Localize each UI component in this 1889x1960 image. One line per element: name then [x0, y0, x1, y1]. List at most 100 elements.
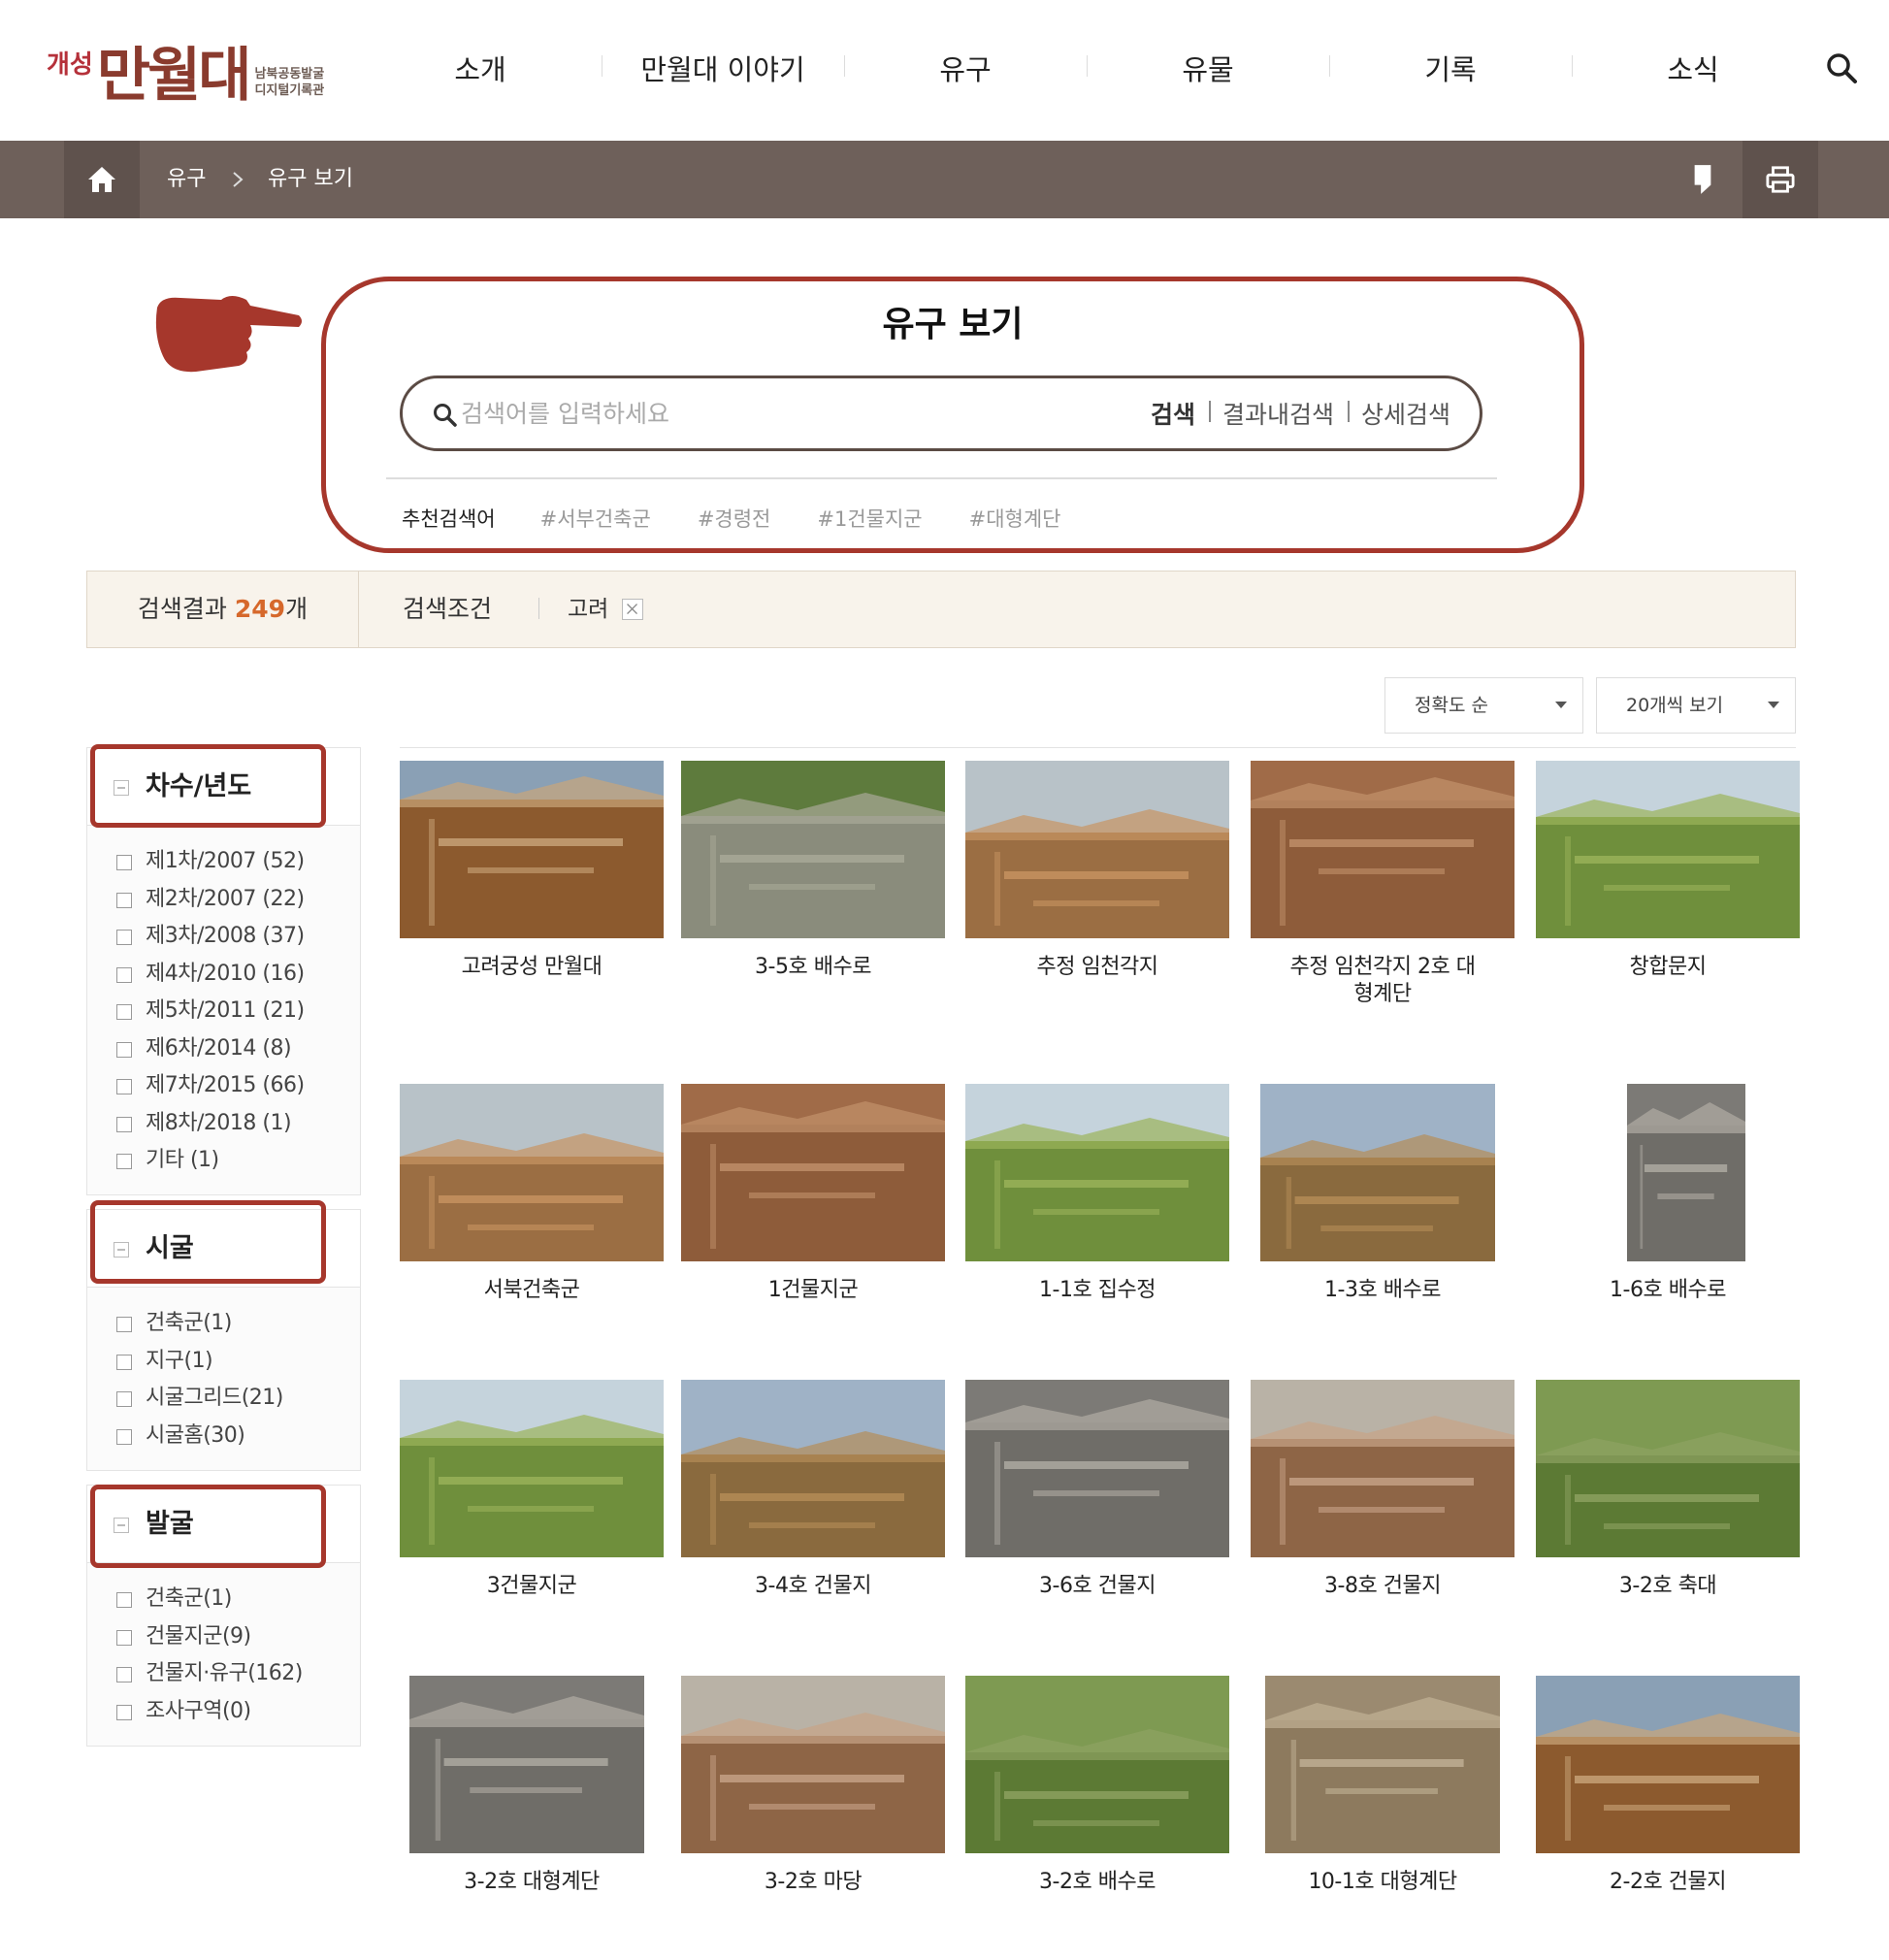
checkbox[interactable] — [116, 966, 132, 983]
checkbox[interactable] — [116, 855, 132, 870]
result-thumbnail[interactable] — [681, 1084, 945, 1261]
result-thumbnail[interactable] — [681, 761, 945, 938]
result-thumbnail[interactable] — [409, 1676, 644, 1853]
facet-option[interactable]: 기타 (1) — [116, 1146, 360, 1184]
result-thumbnail[interactable] — [681, 1676, 945, 1853]
nav-item-story[interactable]: 만월대 이야기 — [602, 48, 844, 88]
result-caption[interactable]: 10-1호 대형계단 — [1251, 1869, 1514, 1896]
result-caption[interactable]: 3-6호 건물지 — [965, 1573, 1229, 1600]
facet-option[interactable]: 건축군(1) — [116, 1584, 360, 1622]
checkbox[interactable] — [116, 1592, 132, 1608]
result-caption[interactable]: 3-8호 건물지 — [1251, 1573, 1514, 1600]
result-caption[interactable]: 1건물지군 — [681, 1277, 945, 1304]
result-caption[interactable]: 3-4호 건물지 — [681, 1573, 945, 1600]
result-caption[interactable]: 3-2호 축대 — [1536, 1573, 1800, 1600]
result-caption[interactable]: 3-2호 마당 — [681, 1869, 945, 1896]
facet-option[interactable]: 제6차/2014 (8) — [116, 1034, 360, 1072]
result-caption[interactable]: 고려궁성 만월대 — [400, 954, 664, 981]
result-thumbnail[interactable] — [400, 761, 664, 938]
page-size-select[interactable]: 20개씩 보기 — [1596, 677, 1796, 734]
search-button[interactable]: 검색 — [1137, 396, 1209, 431]
nav-item-artifacts[interactable]: 유물 — [1087, 48, 1329, 88]
facet-option[interactable]: 시굴홈(30) — [116, 1421, 360, 1459]
result-thumbnail[interactable] — [400, 1380, 664, 1557]
result-thumbnail[interactable] — [965, 1084, 1229, 1261]
checkbox[interactable] — [116, 1391, 132, 1407]
search-icon[interactable] — [1824, 50, 1859, 85]
breadcrumb-level2[interactable]: 유구 보기 — [268, 141, 353, 218]
result-caption[interactable]: 추정 임천각지 — [965, 954, 1229, 981]
advanced-search-button[interactable]: 상세검색 — [1347, 396, 1464, 431]
result-thumbnail[interactable] — [1536, 761, 1800, 938]
sort-order-value: 정확도 순 — [1415, 695, 1488, 716]
facet-option[interactable]: 지구(1) — [116, 1347, 360, 1385]
bookmark-icon[interactable] — [1665, 141, 1741, 218]
remove-condition-icon[interactable] — [622, 599, 643, 620]
search-condition-tag: 고려 — [568, 597, 609, 622]
facet-option[interactable]: 제7차/2015 (66) — [116, 1071, 360, 1109]
checkbox[interactable] — [116, 1154, 132, 1169]
facet-option[interactable]: 제1차/2007 (52) — [116, 847, 360, 885]
facet-option[interactable]: 제2차/2007 (22) — [116, 885, 360, 923]
result-caption[interactable]: 창합문지 — [1536, 954, 1800, 981]
result-caption[interactable]: 1-6호 배수로 — [1536, 1277, 1800, 1304]
recommended-tag[interactable]: #경령전 — [698, 504, 771, 533]
checkbox[interactable] — [116, 930, 132, 945]
printer-icon[interactable] — [1742, 141, 1818, 218]
site-logo[interactable]: 개성 만월대 남북공동발굴 디지털기록관 — [47, 37, 324, 105]
recommended-tag[interactable]: #대형계단 — [969, 504, 1061, 533]
result-caption[interactable]: 3건물지군 — [400, 1573, 664, 1600]
result-thumbnail[interactable] — [1536, 1380, 1800, 1557]
result-thumbnail[interactable] — [1251, 1380, 1514, 1557]
checkbox[interactable] — [116, 1079, 132, 1094]
recommended-tag[interactable]: #1건물지군 — [817, 504, 922, 533]
facet-option[interactable]: 제8차/2018 (1) — [116, 1109, 360, 1147]
result-caption[interactable]: 2-2호 건물지 — [1536, 1869, 1800, 1896]
result-thumbnail[interactable] — [681, 1380, 945, 1557]
sort-order-select[interactable]: 정확도 순 — [1384, 677, 1583, 734]
home-icon[interactable] — [64, 141, 140, 218]
facet-option[interactable]: 조사구역(0) — [116, 1697, 360, 1735]
checkbox[interactable] — [116, 1041, 132, 1058]
facet-option[interactable]: 제4차/2010 (16) — [116, 960, 360, 997]
checkbox[interactable] — [116, 1116, 132, 1132]
result-caption[interactable]: 1-1호 집수정 — [965, 1277, 1229, 1304]
checkbox[interactable] — [116, 1704, 132, 1720]
result-thumbnail[interactable] — [965, 1676, 1229, 1853]
checkbox[interactable] — [116, 1004, 132, 1020]
checkbox[interactable] — [116, 1629, 132, 1646]
result-thumbnail[interactable] — [1260, 1084, 1495, 1261]
facet-option[interactable]: 건축군(1) — [116, 1309, 360, 1347]
result-caption[interactable]: 3-2호 배수로 — [965, 1869, 1229, 1896]
facet-option[interactable]: 제3차/2008 (37) — [116, 922, 360, 960]
search-within-results-button[interactable]: 결과내검색 — [1208, 396, 1348, 431]
result-thumbnail[interactable] — [965, 761, 1229, 938]
result-caption[interactable]: 3-5호 배수로 — [681, 954, 945, 981]
result-caption[interactable]: 1-3호 배수로 — [1251, 1277, 1514, 1304]
facet-option[interactable]: 건물지·유구(162) — [116, 1659, 360, 1697]
result-thumbnail[interactable] — [965, 1380, 1229, 1557]
nav-item-intro[interactable]: 소개 — [359, 48, 602, 88]
result-thumbnail[interactable] — [1265, 1676, 1500, 1853]
facet-option[interactable]: 시굴그리드(21) — [116, 1384, 360, 1421]
search-input[interactable] — [461, 392, 1101, 435]
breadcrumb-level1[interactable]: 유구 — [167, 141, 206, 218]
facet-option[interactable]: 건물지군(9) — [116, 1622, 360, 1660]
result-caption[interactable]: 서북건축군 — [400, 1277, 664, 1304]
recommended-tag[interactable]: #서부건축군 — [540, 504, 651, 533]
checkbox[interactable] — [116, 1428, 132, 1445]
result-caption[interactable]: 추정 임천각지 2호 대형계단 — [1251, 954, 1514, 1008]
result-thumbnail[interactable] — [400, 1084, 664, 1261]
nav-item-news[interactable]: 소식 — [1572, 48, 1814, 88]
result-thumbnail[interactable] — [1536, 1676, 1800, 1853]
checkbox[interactable] — [116, 892, 132, 908]
result-thumbnail[interactable] — [1627, 1084, 1745, 1261]
checkbox[interactable] — [116, 1354, 132, 1370]
result-caption[interactable]: 3-2호 대형계단 — [400, 1869, 664, 1896]
checkbox[interactable] — [116, 1317, 132, 1332]
nav-item-records[interactable]: 기록 — [1329, 48, 1572, 88]
nav-item-remains[interactable]: 유구 — [844, 48, 1087, 88]
checkbox[interactable] — [116, 1667, 132, 1682]
facet-option[interactable]: 제5차/2011 (21) — [116, 996, 360, 1034]
result-thumbnail[interactable] — [1251, 761, 1514, 938]
